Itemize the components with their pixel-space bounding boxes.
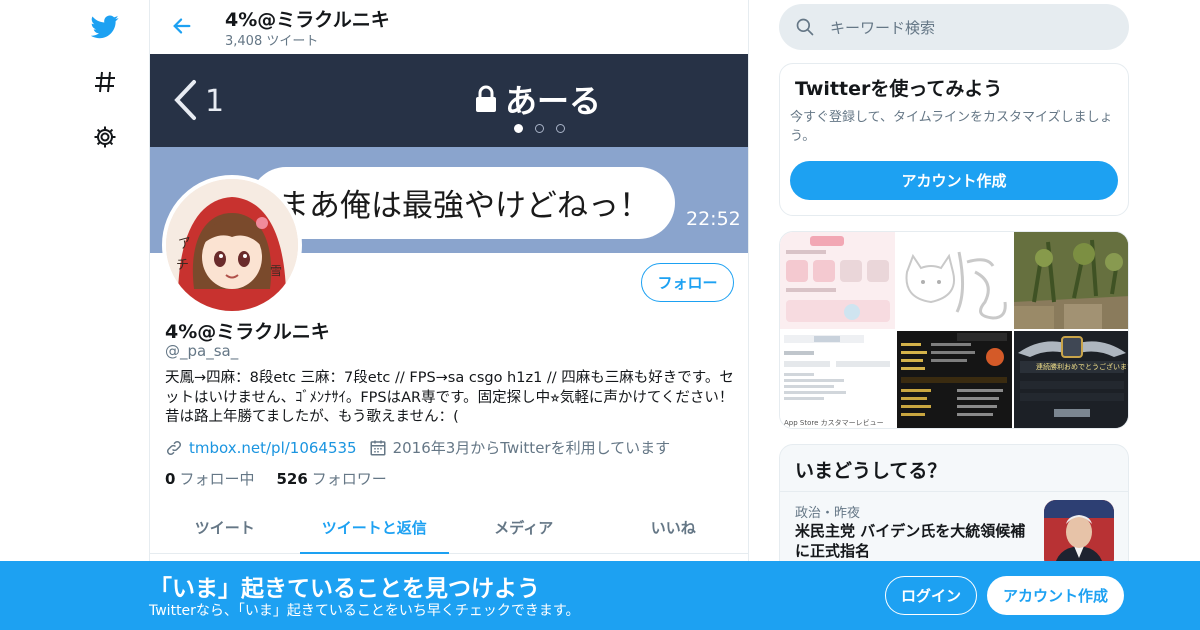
search-box[interactable]: キーワード検索 — [779, 4, 1129, 50]
settings-gear-icon[interactable] — [90, 122, 120, 152]
trend-category: 政治・昨夜 — [795, 506, 861, 521]
search-input[interactable]: キーワード検索 — [830, 17, 935, 38]
following-label: フォロー中 — [179, 470, 255, 488]
tab-tweets[interactable]: ツイート — [150, 501, 300, 553]
profile-link[interactable]: tmbox.net/pl/1064535 — [189, 439, 357, 457]
followers-label: フォロワー — [311, 470, 387, 488]
following-count: 0 — [165, 470, 176, 488]
chat-title-text: あーる — [505, 82, 602, 120]
divider — [780, 491, 1128, 492]
prompt-subtitle: Twitterなら、「いま」起きていることをいち早くチェックできます。 — [149, 603, 580, 619]
following-stat[interactable]: 0 フォロー中 — [165, 468, 254, 489]
chat-message: まあ俺は最強やけどねっ！ — [278, 188, 650, 224]
chat-time: 22:52 — [686, 208, 741, 230]
carousel-dot — [556, 124, 565, 133]
hashtag-icon[interactable] — [90, 67, 120, 97]
profile-header: 4%@ミラクルニキ 3,408 ツイート — [150, 0, 748, 54]
signup-card: Twitterを使ってみよう 今すぐ登録して、タイムラインをカスタマイズしましょ… — [779, 63, 1129, 216]
profile-meta: tmbox.net/pl/1064535 2016年3月からTwitterを利用… — [165, 437, 670, 458]
banner-chevron-left-icon — [172, 78, 198, 129]
profile-handle: @_pa_sa_ — [165, 342, 239, 360]
svg-text:雪: 雪 — [270, 264, 282, 278]
profile-name: 4%@ミラクルニキ — [165, 321, 330, 343]
media-tile[interactable]: App Store カスタマーレビュー — [780, 331, 895, 428]
win-banner-caption: 連続勝利おめでとうございます！ — [1036, 363, 1128, 371]
bottom-create-account-button[interactable]: アカウント作成 — [987, 576, 1124, 615]
create-account-button[interactable]: アカウント作成 — [790, 161, 1118, 200]
follow-button[interactable]: フォロー — [641, 263, 734, 302]
profile-bio: 天鳳→四麻：8段etc 三麻：7段etc // FPS→sa csgo h1z1… — [165, 370, 734, 425]
banner-back-number: 1 — [205, 84, 225, 119]
app-store-review-caption: App Store カスタマーレビュー — [784, 419, 884, 427]
profile-joined: 2016年3月からTwitterを利用しています — [392, 439, 671, 457]
lock-icon — [476, 85, 496, 112]
left-nav — [80, 0, 130, 630]
profile-column: 4%@ミラクルニキ 3,408 ツイート 1 あーる まあ俺は最強やけどねっ！ … — [149, 0, 749, 630]
media-grid: App Store カスタマーレビュー 連続勝利おめでとうございま — [779, 231, 1129, 429]
link-icon — [166, 440, 182, 455]
media-tile[interactable] — [897, 232, 1012, 329]
media-tile[interactable]: 連続勝利おめでとうございます！ — [1014, 331, 1128, 428]
trend-thumbnail[interactable] — [1044, 500, 1114, 570]
login-button[interactable]: ログイン — [885, 576, 977, 615]
trends-title: いまどうしてる？ — [795, 460, 947, 482]
signup-prompt-bar: 「いま」起きていることを見つけよう Twitterなら、「いま」起きていることを… — [0, 561, 1200, 630]
header-tweet-count: 3,408 ツイート — [225, 34, 319, 49]
trend-headline[interactable]: 米民主党 バイデン氏を大統領候補に正式指名 — [795, 521, 1035, 561]
banner-chat-header — [150, 54, 748, 147]
media-tile[interactable] — [780, 232, 895, 329]
tab-likes[interactable]: いいね — [599, 501, 749, 553]
profile-tabs: ツイート ツイートと返信 メディア いいね — [150, 501, 748, 554]
profile-stats: 0 フォロー中 526 フォロワー — [165, 468, 387, 489]
media-tile[interactable] — [1014, 232, 1128, 329]
tab-tweets-and-replies[interactable]: ツイートと返信 — [299, 501, 450, 554]
followers-count: 526 — [276, 470, 308, 488]
media-tile[interactable] — [897, 331, 1012, 428]
avatar[interactable]: ア チ 雪 — [162, 175, 302, 315]
calendar-icon — [370, 440, 386, 455]
twitter-bird-icon[interactable] — [90, 12, 120, 42]
search-icon — [796, 18, 814, 36]
followers-stat[interactable]: 526 フォロワー — [276, 468, 386, 489]
back-arrow-icon[interactable] — [168, 12, 196, 40]
banner-chat-title: あーる — [475, 76, 601, 122]
carousel-dot — [535, 124, 544, 133]
signup-description: 今すぐ登録して、タイムラインをカスタマイズしましょう。 — [790, 110, 1113, 144]
prompt-title: 「いま」起きていることを見つけよう — [149, 576, 540, 602]
header-title: 4%@ミラクルニキ — [225, 9, 390, 31]
carousel-dot — [514, 124, 523, 133]
twitter-profile-page: 4%@ミラクルニキ 3,408 ツイート 1 あーる まあ俺は最強やけどねっ！ … — [0, 0, 1200, 630]
carousel-dots — [514, 124, 565, 133]
tab-media[interactable]: メディア — [449, 501, 599, 553]
svg-text:チ: チ — [176, 258, 189, 273]
signup-title: Twitterを使ってみよう — [795, 78, 1003, 100]
